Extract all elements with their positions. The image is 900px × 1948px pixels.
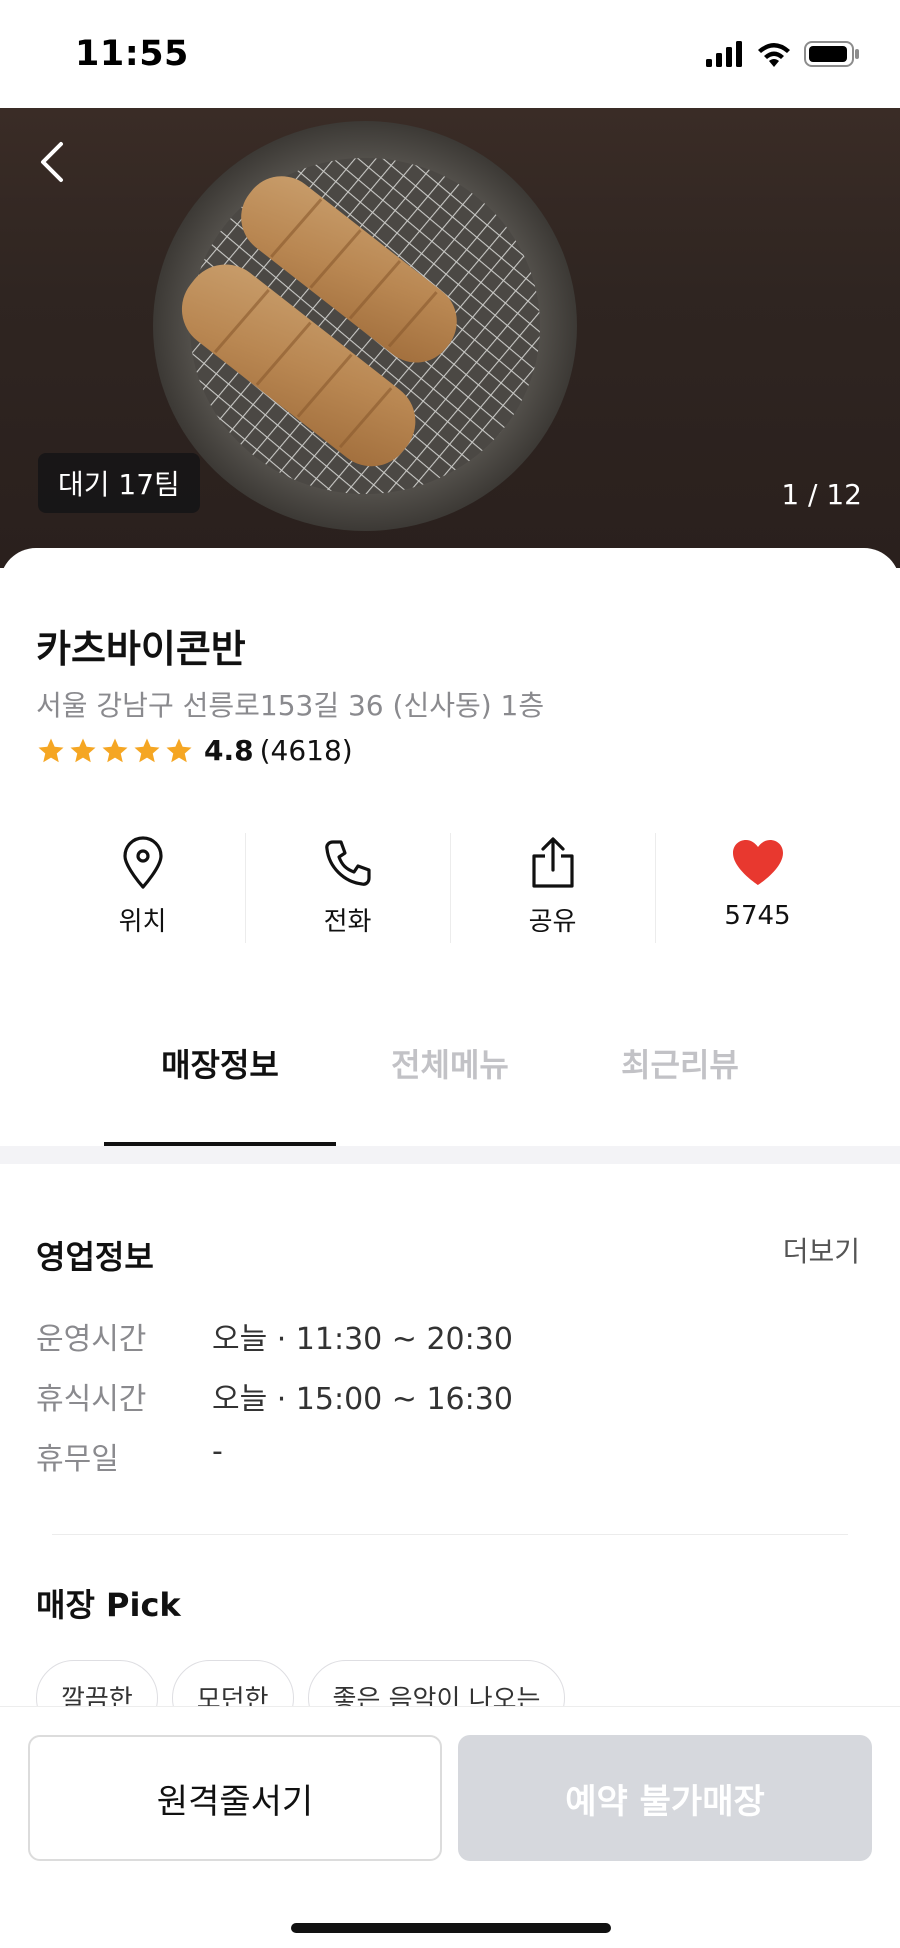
star-icon bbox=[38, 738, 64, 762]
bottom-action-bar: 원격줄서기 예약 불가매장 bbox=[0, 1706, 900, 1948]
back-button[interactable] bbox=[28, 132, 76, 192]
reservation-unavailable-button[interactable]: 예약 불가매장 bbox=[458, 1735, 872, 1861]
review-count: (4618) bbox=[259, 734, 353, 767]
info-label: 휴무일 bbox=[36, 1442, 119, 1477]
share-label: 공유 bbox=[528, 907, 577, 937]
tab-divider bbox=[0, 1146, 900, 1164]
store-address: 서울 강남구 선릉로153길 36 (신사동) 1층 bbox=[36, 689, 545, 722]
more-link[interactable]: 더보기 bbox=[783, 1230, 860, 1270]
favorite-button[interactable]: 5745 bbox=[655, 833, 860, 943]
info-label: 운영시간 bbox=[36, 1322, 147, 1357]
store-pick-title: 매장 Pick bbox=[36, 1586, 181, 1624]
tab-bar: 매장정보 전체메뉴 최근리뷰 bbox=[0, 1008, 900, 1118]
business-info-title: 영업정보 bbox=[36, 1238, 154, 1276]
star-icon bbox=[70, 738, 96, 762]
cellular-signal-icon bbox=[706, 41, 744, 71]
info-row-closed: 휴무일 - bbox=[36, 1434, 223, 1478]
rating-value: 4.8 bbox=[204, 734, 254, 767]
location-pin-icon bbox=[121, 833, 165, 893]
info-row-hours: 운영시간 오늘 · 11:30 ~ 20:30 bbox=[36, 1314, 513, 1358]
status-time: 11:55 bbox=[75, 34, 189, 74]
remote-queue-button[interactable]: 원격줄서기 bbox=[28, 1735, 442, 1861]
info-value: 오늘 · 11:30 ~ 20:30 bbox=[212, 1322, 513, 1357]
share-button[interactable]: 공유 bbox=[450, 833, 655, 943]
section-divider bbox=[52, 1534, 848, 1535]
location-button[interactable]: 위치 bbox=[40, 833, 245, 943]
status-bar: 11:55 bbox=[0, 0, 900, 108]
wait-badge: 대기 17팀 bbox=[38, 453, 200, 513]
action-row: 위치 전화 공유 5745 bbox=[40, 833, 860, 943]
store-detail-sheet: 카츠바이콘반 서울 강남구 선릉로153길 36 (신사동) 1층 4.8 (4… bbox=[0, 548, 900, 1798]
hero-image[interactable]: 대기 17팀 1 / 12 bbox=[0, 108, 900, 568]
favorite-count: 5745 bbox=[724, 901, 791, 931]
star-rating bbox=[36, 736, 194, 766]
chevron-left-icon bbox=[41, 142, 63, 182]
star-icon bbox=[102, 738, 128, 762]
phone-button[interactable]: 전화 bbox=[245, 833, 450, 943]
phone-label: 전화 bbox=[323, 907, 372, 937]
info-value: 오늘 · 15:00 ~ 16:30 bbox=[212, 1382, 513, 1417]
share-icon bbox=[530, 833, 576, 893]
store-name: 카츠바이콘반 bbox=[36, 627, 246, 671]
star-icon bbox=[134, 738, 160, 762]
star-icon bbox=[166, 738, 192, 762]
info-value: - bbox=[212, 1434, 223, 1469]
tab-recent-reviews[interactable]: 최근리뷰 bbox=[564, 1008, 796, 1118]
heart-icon bbox=[731, 833, 785, 893]
phone-icon bbox=[323, 833, 373, 893]
info-label: 휴식시간 bbox=[36, 1382, 147, 1417]
image-page-counter: 1 / 12 bbox=[781, 478, 862, 511]
location-label: 위치 bbox=[118, 907, 167, 937]
home-indicator[interactable] bbox=[291, 1923, 611, 1933]
tab-full-menu[interactable]: 전체메뉴 bbox=[334, 1008, 566, 1118]
wifi-icon bbox=[756, 40, 792, 72]
status-icons bbox=[706, 40, 860, 72]
info-row-break: 휴식시간 오늘 · 15:00 ~ 16:30 bbox=[36, 1374, 513, 1418]
battery-icon bbox=[804, 40, 860, 72]
rating-row[interactable]: 4.8 (4618) bbox=[36, 734, 353, 767]
tab-store-info[interactable]: 매장정보 bbox=[104, 1008, 336, 1118]
